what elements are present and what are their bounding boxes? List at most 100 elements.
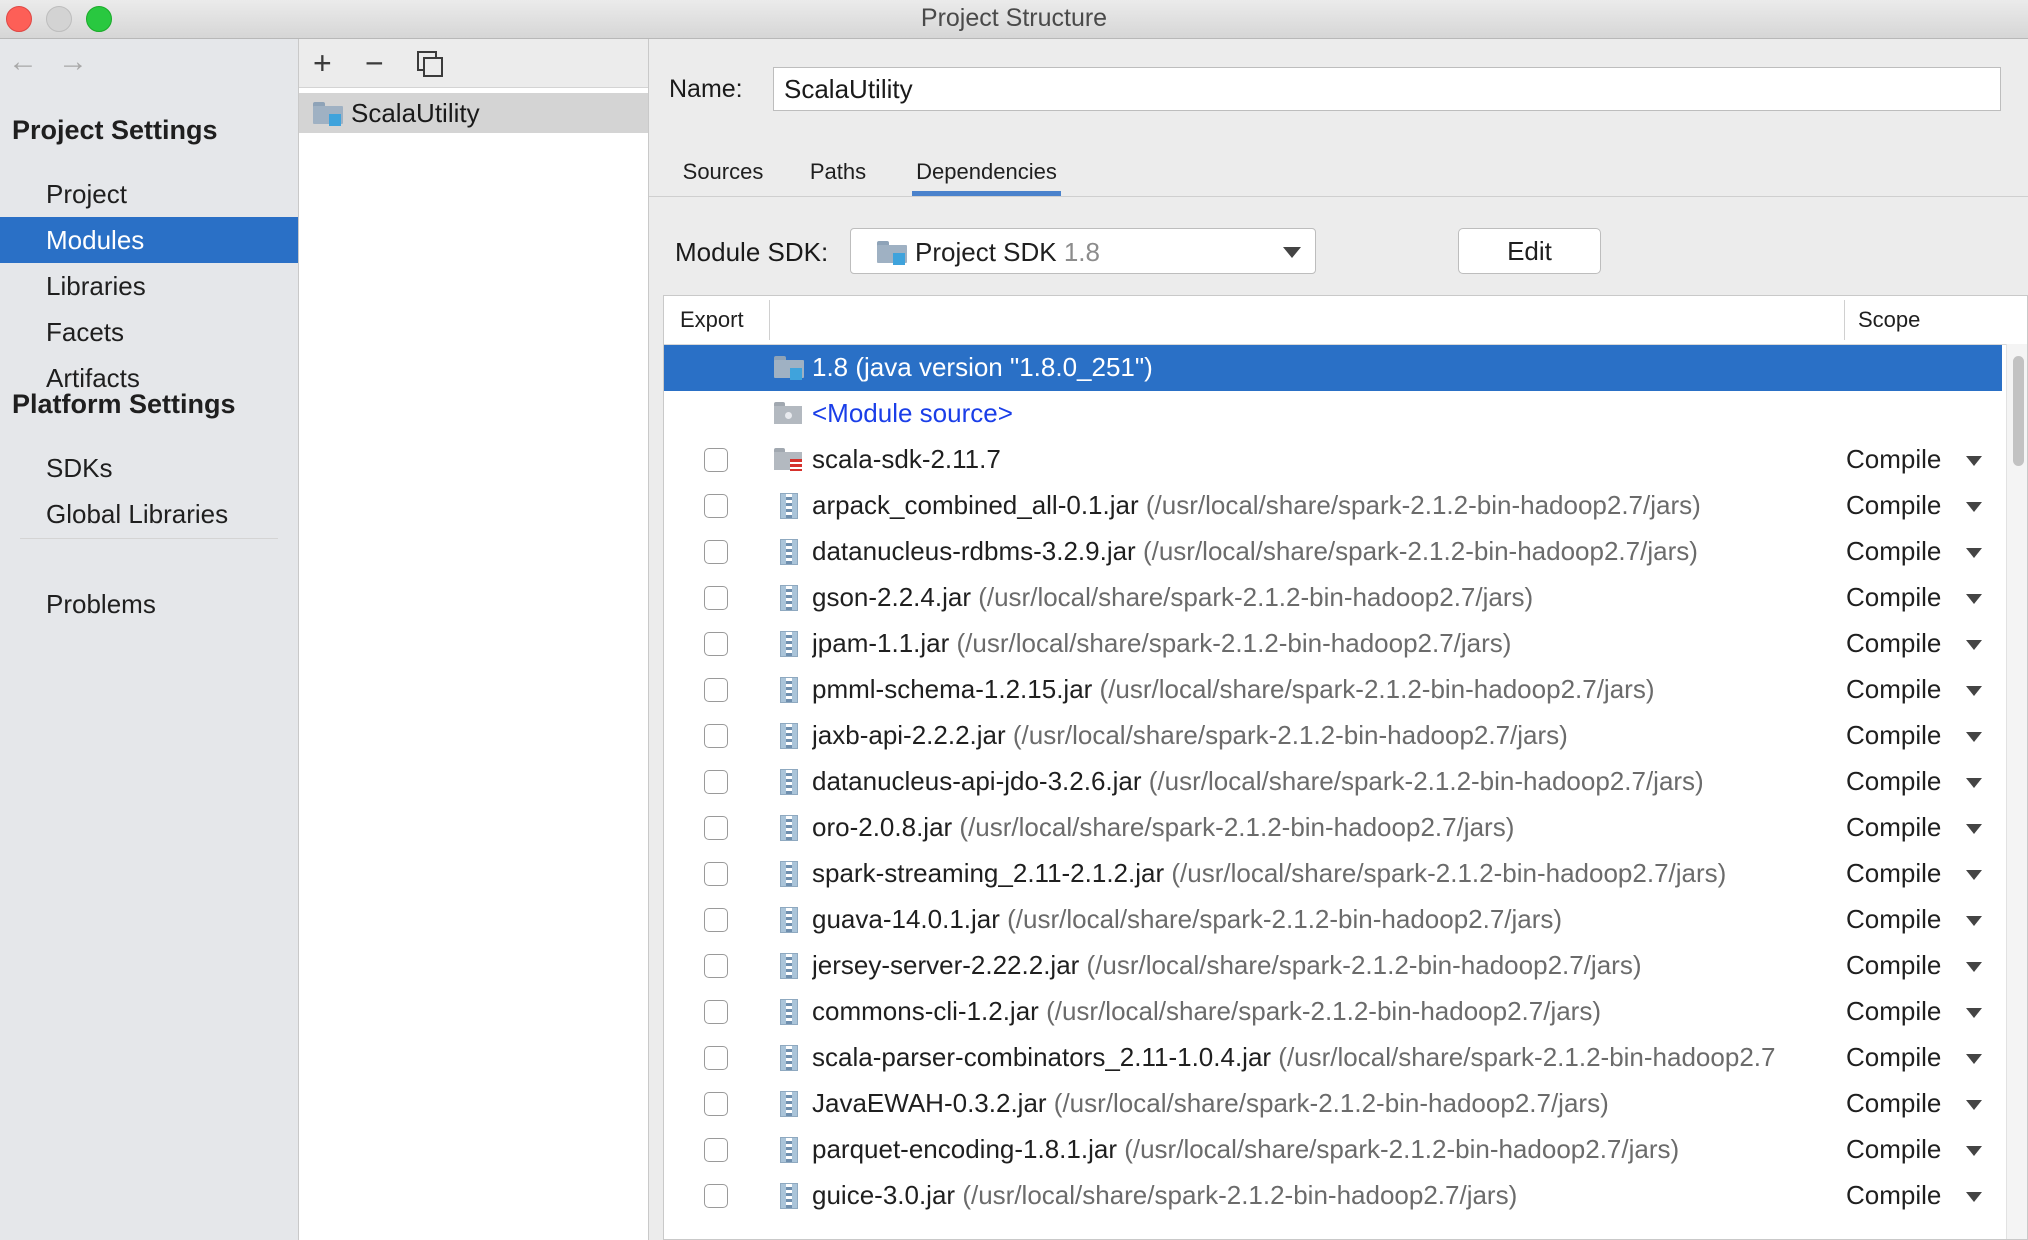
export-checkbox[interactable] xyxy=(704,448,728,472)
chevron-down-icon[interactable] xyxy=(1966,502,1982,512)
column-header-export[interactable]: Export xyxy=(680,296,744,344)
tab-paths[interactable]: Paths xyxy=(807,159,869,199)
export-checkbox[interactable] xyxy=(704,586,728,610)
sidebar-item-sdks[interactable]: SDKs xyxy=(0,445,298,491)
export-checkbox[interactable] xyxy=(704,816,728,840)
export-checkbox[interactable] xyxy=(704,494,728,518)
table-row[interactable]: <Module source> xyxy=(664,391,2002,437)
chevron-down-icon[interactable] xyxy=(1966,916,1982,926)
table-row[interactable]: parquet-encoding-1.8.1.jar (/usr/local/s… xyxy=(664,1127,2002,1173)
table-row[interactable]: spark-streaming_2.11-2.1.2.jar (/usr/loc… xyxy=(664,851,2002,897)
table-row[interactable]: pmml-schema-1.2.15.jar (/usr/local/share… xyxy=(664,667,2002,713)
scope-select[interactable]: Compile xyxy=(1846,950,1941,981)
module-sdk-select[interactable]: Project SDK 1.8 xyxy=(850,228,1316,274)
scope-select[interactable]: Compile xyxy=(1846,904,1941,935)
export-checkbox[interactable] xyxy=(704,770,728,794)
chevron-down-icon[interactable] xyxy=(1966,870,1982,880)
table-row[interactable]: gson-2.2.4.jar (/usr/local/share/spark-2… xyxy=(664,575,2002,621)
scope-select[interactable]: Compile xyxy=(1846,812,1941,843)
table-row[interactable]: JavaEWAH-0.3.2.jar (/usr/local/share/spa… xyxy=(664,1081,2002,1127)
table-row[interactable]: scala-parser-combinators_2.11-1.0.4.jar … xyxy=(664,1035,2002,1081)
scope-select[interactable]: Compile xyxy=(1846,582,1941,613)
dependency-name: gson-2.2.4.jar (/usr/local/share/spark-2… xyxy=(812,582,1534,612)
copy-module-button[interactable] xyxy=(417,51,443,77)
chevron-down-icon[interactable] xyxy=(1966,962,1982,972)
export-checkbox[interactable] xyxy=(704,862,728,886)
sidebar-item-project[interactable]: Project xyxy=(0,171,298,217)
export-checkbox[interactable] xyxy=(704,1184,728,1208)
scope-select[interactable]: Compile xyxy=(1846,766,1941,797)
section-header-platform-settings: Platform Settings xyxy=(12,389,236,419)
table-row[interactable]: jersey-server-2.22.2.jar (/usr/local/sha… xyxy=(664,943,2002,989)
scope-select[interactable]: Compile xyxy=(1846,490,1941,521)
table-row[interactable]: guava-14.0.1.jar (/usr/local/share/spark… xyxy=(664,897,2002,943)
scope-select[interactable]: Compile xyxy=(1846,536,1941,567)
chevron-down-icon[interactable] xyxy=(1966,778,1982,788)
export-checkbox[interactable] xyxy=(704,1000,728,1024)
arrow-right-icon[interactable]: → xyxy=(58,45,88,79)
export-checkbox[interactable] xyxy=(704,1138,728,1162)
module-name-input[interactable]: ScalaUtility xyxy=(773,67,2001,111)
table-row[interactable]: commons-cli-1.2.jar (/usr/local/share/sp… xyxy=(664,989,2002,1035)
column-header-scope[interactable]: Scope xyxy=(1858,296,1920,344)
scope-select[interactable]: Compile xyxy=(1846,1088,1941,1119)
chevron-down-icon[interactable] xyxy=(1966,1192,1982,1202)
dependency-path: (/usr/local/share/spark-2.1.2-bin-hadoop… xyxy=(1171,858,1727,888)
table-row[interactable]: 1.8 (java version "1.8.0_251") xyxy=(664,345,2002,391)
chevron-down-icon[interactable] xyxy=(1966,686,1982,696)
scope-select[interactable]: Compile xyxy=(1846,444,1941,475)
scope-select[interactable]: Compile xyxy=(1846,1042,1941,1073)
chevron-down-icon[interactable] xyxy=(1966,1146,1982,1156)
export-checkbox[interactable] xyxy=(704,632,728,656)
dependency-name: scala-sdk-2.11.7 xyxy=(812,444,1001,474)
export-checkbox[interactable] xyxy=(704,724,728,748)
scope-select[interactable]: Compile xyxy=(1846,628,1941,659)
chevron-down-icon[interactable] xyxy=(1966,640,1982,650)
chevron-down-icon[interactable] xyxy=(1966,594,1982,604)
module-settings-panel: Name: ScalaUtility Sources Paths Depende… xyxy=(649,39,2028,1240)
export-checkbox[interactable] xyxy=(704,1046,728,1070)
sidebar-item-facets[interactable]: Facets xyxy=(0,309,298,355)
sidebar-item-libraries[interactable]: Libraries xyxy=(0,263,298,309)
scope-select[interactable]: Compile xyxy=(1846,720,1941,751)
chevron-down-icon[interactable] xyxy=(1966,824,1982,834)
scope-select[interactable]: Compile xyxy=(1846,1134,1941,1165)
chevron-down-icon[interactable] xyxy=(1966,1054,1982,1064)
scrollbar-thumb[interactable] xyxy=(2013,356,2024,466)
export-checkbox[interactable] xyxy=(704,678,728,702)
table-row[interactable]: arpack_combined_all-0.1.jar (/usr/local/… xyxy=(664,483,2002,529)
table-row[interactable]: datanucleus-rdbms-3.2.9.jar (/usr/local/… xyxy=(664,529,2002,575)
dependency-name: guice-3.0.jar (/usr/local/share/spark-2.… xyxy=(812,1180,1518,1210)
add-module-button[interactable]: + xyxy=(313,43,332,83)
scope-select[interactable]: Compile xyxy=(1846,996,1941,1027)
chevron-down-icon[interactable] xyxy=(1966,732,1982,742)
module-item-scalautility[interactable]: ScalaUtility xyxy=(299,93,648,133)
chevron-down-icon[interactable] xyxy=(1966,1008,1982,1018)
export-checkbox[interactable] xyxy=(704,1092,728,1116)
table-row[interactable]: jpam-1.1.jar (/usr/local/share/spark-2.1… xyxy=(664,621,2002,667)
table-row[interactable]: guice-3.0.jar (/usr/local/share/spark-2.… xyxy=(664,1173,2002,1219)
arrow-left-icon[interactable]: ← xyxy=(8,45,38,79)
export-checkbox[interactable] xyxy=(704,908,728,932)
remove-module-button[interactable]: − xyxy=(365,43,384,83)
table-row[interactable]: jaxb-api-2.2.2.jar (/usr/local/share/spa… xyxy=(664,713,2002,759)
edit-sdk-button[interactable]: Edit xyxy=(1458,228,1601,274)
scope-select[interactable]: Compile xyxy=(1846,858,1941,889)
chevron-down-icon[interactable] xyxy=(1966,1100,1982,1110)
scope-select[interactable]: Compile xyxy=(1846,674,1941,705)
table-scrollbar[interactable] xyxy=(2006,344,2027,1239)
chevron-down-icon[interactable] xyxy=(1966,548,1982,558)
scope-select[interactable]: Compile xyxy=(1846,1180,1941,1211)
sidebar-item-global-libraries[interactable]: Global Libraries xyxy=(0,491,298,537)
table-row[interactable]: scala-sdk-2.11.7 Compile xyxy=(664,437,2002,483)
dependency-path: (/usr/local/share/spark-2.1.2-bin-hadoop… xyxy=(956,628,1512,658)
sidebar-item-problems[interactable]: Problems xyxy=(0,581,298,627)
dependency-name: scala-parser-combinators_2.11-1.0.4.jar … xyxy=(812,1042,1776,1072)
sidebar-item-modules[interactable]: Modules xyxy=(0,217,298,263)
tab-sources[interactable]: Sources xyxy=(679,159,767,199)
export-checkbox[interactable] xyxy=(704,540,728,564)
table-row[interactable]: oro-2.0.8.jar (/usr/local/share/spark-2.… xyxy=(664,805,2002,851)
chevron-down-icon[interactable] xyxy=(1966,456,1982,466)
table-row[interactable]: datanucleus-api-jdo-3.2.6.jar (/usr/loca… xyxy=(664,759,2002,805)
export-checkbox[interactable] xyxy=(704,954,728,978)
